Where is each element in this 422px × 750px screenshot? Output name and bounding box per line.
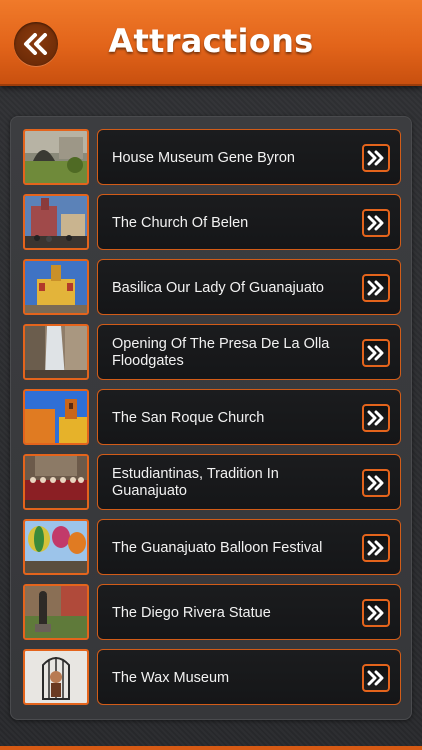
attraction-thumbnail	[23, 389, 89, 445]
attraction-name: Basilica Our Lady Of Guanajuato	[112, 279, 324, 296]
double-chevron-right-icon	[367, 475, 384, 491]
double-chevron-right-icon	[367, 670, 384, 686]
double-chevron-right-icon	[367, 150, 384, 166]
attractions-list: House Museum Gene Byron The Church Of Be…	[10, 116, 412, 720]
attraction-card[interactable]: Estudiantinas, Tradition In Guanajuato	[97, 454, 401, 510]
attraction-thumbnail	[23, 454, 89, 510]
attraction-card[interactable]: Opening Of The Presa De La Olla Floodgat…	[97, 324, 401, 380]
double-chevron-right-icon	[367, 280, 384, 296]
attraction-thumbnail	[23, 649, 89, 705]
attraction-card[interactable]: The Guanajuato Balloon Festival	[97, 519, 401, 575]
double-chevron-right-icon	[367, 605, 384, 621]
list-item[interactable]: The San Roque Church	[23, 389, 401, 445]
attraction-name: The Guanajuato Balloon Festival	[112, 539, 323, 556]
list-item[interactable]: Basilica Our Lady Of Guanajuato	[23, 259, 401, 315]
double-chevron-right-icon	[367, 215, 384, 231]
open-attraction-button[interactable]	[362, 469, 390, 497]
open-attraction-button[interactable]	[362, 339, 390, 367]
attraction-card[interactable]: The Wax Museum	[97, 649, 401, 705]
attraction-card[interactable]: The San Roque Church	[97, 389, 401, 445]
open-attraction-button[interactable]	[362, 274, 390, 302]
attraction-name: The San Roque Church	[112, 409, 265, 426]
list-item[interactable]: House Museum Gene Byron	[23, 129, 401, 185]
attraction-thumbnail	[23, 584, 89, 640]
bottom-accent-bar	[0, 746, 422, 750]
list-item[interactable]: The Diego Rivera Statue	[23, 584, 401, 640]
attraction-name: Estudiantinas, Tradition In Guanajuato	[112, 466, 279, 499]
open-attraction-button[interactable]	[362, 599, 390, 627]
list-item[interactable]: The Guanajuato Balloon Festival	[23, 519, 401, 575]
open-attraction-button[interactable]	[362, 664, 390, 692]
attraction-name: Opening Of The Presa De La Olla Floodgat…	[112, 336, 330, 369]
attraction-name: The Church Of Belen	[112, 214, 249, 231]
list-item[interactable]: The Wax Museum	[23, 649, 401, 705]
attraction-card[interactable]: Basilica Our Lady Of Guanajuato	[97, 259, 401, 315]
open-attraction-button[interactable]	[362, 404, 390, 432]
double-chevron-right-icon	[367, 410, 384, 426]
attraction-name: House Museum Gene Byron	[112, 149, 295, 166]
attraction-name: The Diego Rivera Statue	[112, 604, 271, 621]
attraction-thumbnail	[23, 129, 89, 185]
attraction-card[interactable]: The Church Of Belen	[97, 194, 401, 250]
list-item[interactable]: The Church Of Belen	[23, 194, 401, 250]
attraction-thumbnail	[23, 519, 89, 575]
double-chevron-right-icon	[367, 540, 384, 556]
attraction-name: The Wax Museum	[112, 669, 230, 686]
header-bar: Attractions	[0, 0, 422, 86]
list-item[interactable]: Opening Of The Presa De La Olla Floodgat…	[23, 324, 401, 380]
attraction-thumbnail	[23, 324, 89, 380]
attraction-card[interactable]: House Museum Gene Byron	[97, 129, 401, 185]
open-attraction-button[interactable]	[362, 144, 390, 172]
list-item[interactable]: Estudiantinas, Tradition In Guanajuato	[23, 454, 401, 510]
double-chevron-right-icon	[367, 345, 384, 361]
open-attraction-button[interactable]	[362, 209, 390, 237]
open-attraction-button[interactable]	[362, 534, 390, 562]
attraction-card[interactable]: The Diego Rivera Statue	[97, 584, 401, 640]
attraction-thumbnail	[23, 259, 89, 315]
attraction-thumbnail	[23, 194, 89, 250]
page-title: Attractions	[108, 22, 314, 60]
